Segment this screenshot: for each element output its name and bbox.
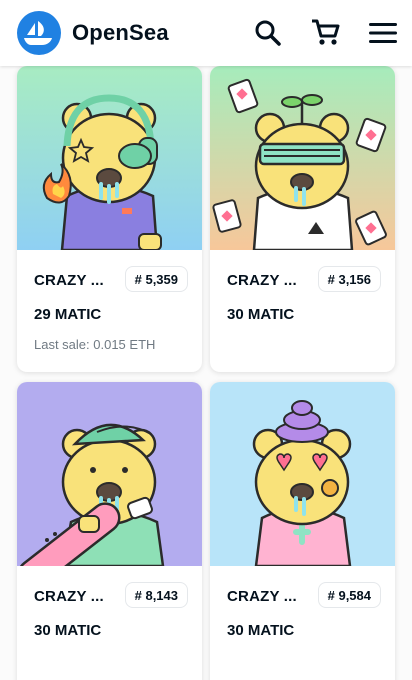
nft-title: CRAZY ... [34,272,104,289]
token-id-badge: # 5,359 [124,266,188,292]
nft-title: CRAZY ... [34,588,104,605]
top-nav-bar: OpenSea [0,0,412,66]
token-id-badge: # 8,143 [124,582,188,608]
brand-name: OpenSea [72,20,169,45]
nft-image [17,382,202,566]
nft-price: 30 MATIC [227,622,295,639]
search-icon [255,20,281,46]
nft-card[interactable]: CRAZY ... # 5,359 29 MATIC Last sale: 0.… [17,66,202,372]
menu-icon [369,23,397,43]
cart-button[interactable] [305,13,345,53]
nft-title: CRAZY ... [227,272,297,289]
nft-card[interactable]: CRAZY ... # 9,584 30 MATIC [210,382,395,680]
nft-image [210,382,395,566]
cart-icon [312,19,340,45]
nft-card[interactable]: CRAZY ... # 8,143 30 MATIC [17,382,202,680]
token-id-badge: # 3,156 [317,266,381,292]
token-id-badge: # 9,584 [317,582,381,608]
menu-button[interactable] [363,13,403,53]
nft-image [210,66,395,250]
nft-card[interactable]: CRAZY ... # 3,156 30 MATIC [210,66,395,372]
nft-grid: CRAZY ... # 5,359 29 MATIC Last sale: 0.… [0,66,412,680]
search-button[interactable] [248,13,288,53]
nft-price: 30 MATIC [34,622,102,639]
brand-link[interactable]: OpenSea [17,11,169,55]
nft-price: 30 MATIC [227,306,295,323]
opensea-logo [17,11,61,55]
nft-price: 29 MATIC [34,306,102,323]
nft-title: CRAZY ... [227,588,297,605]
last-sale: Last sale: 0.015 ETH [34,337,156,352]
nft-image [17,66,202,250]
